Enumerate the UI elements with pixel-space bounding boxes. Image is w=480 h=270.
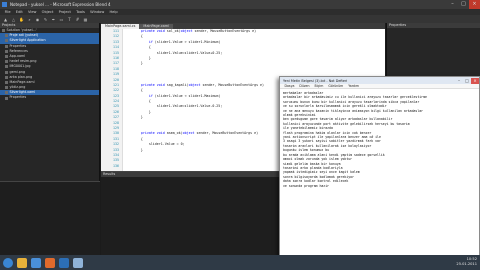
file-icon <box>5 80 8 84</box>
notepad-maximize-button[interactable]: □ <box>463 78 471 84</box>
minimize-button[interactable]: – <box>447 0 458 9</box>
file-icon <box>5 34 8 38</box>
system-tray-clock[interactable]: 10:52 25.01.2011 <box>456 257 477 267</box>
file-icon <box>5 91 8 95</box>
notepad-menu-item[interactable]: Görünüm <box>326 84 346 88</box>
pen-icon[interactable]: ✒ <box>51 17 56 22</box>
selection-icon[interactable]: ▲ <box>3 17 8 22</box>
line-number: 136 <box>113 163 119 168</box>
blend-taskbar-icon[interactable] <box>59 257 69 268</box>
file-icon <box>2 29 5 33</box>
notepad-menu-item[interactable]: Biçim <box>312 84 326 88</box>
notepad-title: Yeni Metin Belgesi (3).txt - Not Defteri <box>283 78 348 83</box>
menu-help[interactable]: Help <box>107 10 120 14</box>
close-button[interactable]: × <box>469 0 480 9</box>
file-icon <box>5 70 8 74</box>
file-icon <box>5 96 8 100</box>
notepad-text-line: ve sonunda program hazir <box>283 183 330 188</box>
clock-date: 25.01.2011 <box>456 262 477 266</box>
direct-select-icon[interactable]: △ <box>11 17 16 22</box>
project-tree-item[interactable]: Properties <box>0 95 99 100</box>
menu-tools[interactable]: Tools <box>73 10 87 14</box>
projects-panel: Projects Solution 'yuksel...' Proje adi (… <box>0 23 100 255</box>
browser-taskbar-icon[interactable] <box>31 257 41 268</box>
maximize-button[interactable]: □ <box>458 0 469 9</box>
notepad-text-area[interactable]: merhabalar arkadaslar arkadaslar bir arka… <box>280 89 479 255</box>
eyedropper-icon[interactable]: ◉ <box>35 17 40 22</box>
file-icon <box>5 39 8 43</box>
toolbar: ▲ △ ✋ ⌕ ◉ ✎ ✒ ▭ T # ▦ <box>0 15 480 23</box>
project-tree: Solution 'yuksel...' Proje adi (yuksel) Si… <box>0 28 99 101</box>
file-icon <box>5 44 8 48</box>
grid-icon[interactable]: # <box>75 17 80 22</box>
start-button[interactable] <box>3 257 13 268</box>
window-title: Notepad - yuksel ... - Microsoft Express… <box>10 2 111 7</box>
notepad-menu-item[interactable]: Düzen <box>297 84 312 88</box>
project-tree-item-label: Properties <box>9 95 27 100</box>
notepad-minimize-button[interactable]: – <box>455 78 463 84</box>
explorer-taskbar-icon[interactable] <box>17 257 27 268</box>
objects-timeline-pane <box>0 181 100 255</box>
line-number-gutter: 111 112 113 114 115 116 117 118 119 120 121 122 123 1… <box>101 29 123 171</box>
zoom-icon[interactable]: ⌕ <box>27 17 32 22</box>
menu-object[interactable]: Object <box>39 10 56 14</box>
notepad-menu-item[interactable]: Dosya <box>282 84 297 88</box>
blend-app-icon <box>2 2 7 7</box>
rectangle-icon[interactable]: ▭ <box>59 17 64 22</box>
taskbar: 10:52 25.01.2011 <box>0 255 480 270</box>
results-panel: Results <box>101 171 279 255</box>
results-panel-header: Results <box>101 172 279 177</box>
pan-icon[interactable]: ✋ <box>19 17 24 22</box>
menu-file[interactable]: File <box>2 10 13 14</box>
notepad-menu-item[interactable]: Yardım <box>346 84 362 88</box>
properties-panel-header: Properties <box>387 23 480 28</box>
file-icon <box>5 65 8 69</box>
notepad-close-button[interactable]: × <box>471 77 479 84</box>
menu-project[interactable]: Project <box>56 10 73 14</box>
media-taskbar-icon[interactable] <box>45 257 55 268</box>
file-icon <box>5 75 8 79</box>
file-icon <box>5 49 8 53</box>
notepad-window[interactable]: Yeni Metin Belgesi (3).txt - Not Defteri… <box>279 76 480 256</box>
file-icon <box>5 86 8 90</box>
assets-icon[interactable]: ▦ <box>83 17 88 22</box>
menu-edit[interactable]: Edit <box>13 10 25 14</box>
file-icon <box>5 60 8 64</box>
title-bar: Notepad - yuksel ... - Microsoft Express… <box>0 0 480 9</box>
text-icon[interactable]: T <box>67 17 72 22</box>
notepad-title-bar[interactable]: Yeni Metin Belgesi (3).txt - Not Defteri… <box>280 77 479 84</box>
brush-icon[interactable]: ✎ <box>43 17 48 22</box>
notepad-taskbar-icon[interactable] <box>73 257 83 268</box>
menu-window[interactable]: Window <box>88 10 107 14</box>
menu-view[interactable]: View <box>25 10 39 14</box>
file-icon <box>5 55 8 59</box>
